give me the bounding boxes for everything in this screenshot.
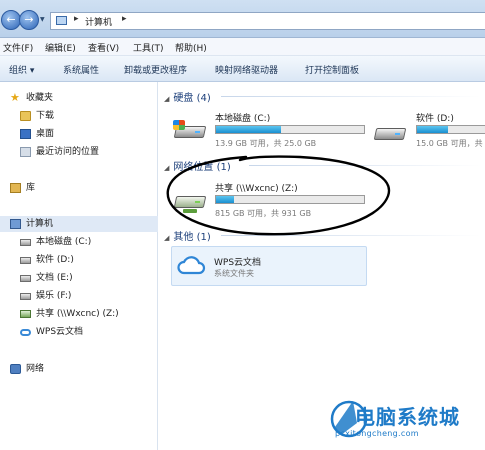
- drive-d-size: 15.0 GB 可用，共: [416, 139, 483, 148]
- drive-d-name: 软件 (D:): [416, 114, 454, 124]
- wps-cloud-name: WPS云文档: [214, 258, 262, 268]
- nav-downloads-label: 下载: [36, 111, 55, 121]
- back-button[interactable]: ←: [1, 10, 21, 30]
- nav-drive-e[interactable]: 文档 (E:): [20, 270, 150, 286]
- breadcrumb-separator-icon[interactable]: ▸: [122, 14, 127, 24]
- breadcrumb-computer[interactable]: 计算机: [85, 15, 112, 28]
- drive-c-size: 13.9 GB 可用，共 25.0 GB: [215, 139, 317, 148]
- watermark-title: 电脑系统城: [355, 405, 460, 429]
- nav-wps-cloud-label: WPS云文档: [36, 327, 84, 337]
- cloud-icon: [177, 256, 206, 275]
- organize-button[interactable]: 组织 ▾: [9, 63, 34, 76]
- collapse-icon: ◢: [164, 95, 170, 103]
- nav-drive-f[interactable]: 娱乐 (F:): [20, 288, 150, 304]
- star-icon: ★: [10, 91, 20, 104]
- computer-icon: [56, 16, 67, 25]
- address-bar[interactable]: ▸ 计算机 ▸: [50, 12, 485, 30]
- drive-z-usage-fill: [216, 196, 234, 203]
- system-drive-icon: [173, 120, 207, 142]
- nav-downloads[interactable]: 下载: [20, 108, 150, 124]
- group-hard-disks[interactable]: ◢ 硬盘 (4): [164, 89, 211, 104]
- forward-button[interactable]: →: [19, 10, 39, 30]
- nav-favorites-label: 收藏夹: [26, 93, 54, 103]
- nav-network-label: 网络: [26, 364, 45, 374]
- nav-desktop[interactable]: 桌面: [20, 126, 150, 142]
- nav-recent-places[interactable]: 最近访问的位置: [20, 144, 150, 160]
- nav-libraries[interactable]: 库: [10, 180, 150, 196]
- cloud-icon: [20, 329, 31, 336]
- uninstall-program-button[interactable]: 卸载或更改程序: [124, 63, 187, 76]
- navigation-pane: ★ 收藏夹 下载 桌面 最近访问的位置 库 计算机 本地磁盘 (C:) 软件 (…: [0, 82, 158, 450]
- nav-libraries-label: 库: [26, 183, 36, 193]
- library-icon: [10, 183, 21, 193]
- watermark-url: pcxitongcheng.com: [335, 429, 419, 438]
- drive-icon: [20, 257, 31, 264]
- drive-c-name: 本地磁盘 (C:): [215, 114, 271, 124]
- nav-drive-c-label: 本地磁盘 (C:): [36, 237, 92, 247]
- nav-drive-f-label: 娱乐 (F:): [36, 291, 72, 301]
- nav-desktop-label: 桌面: [36, 129, 55, 139]
- network-drive-icon: [20, 310, 31, 318]
- desktop-icon: [20, 129, 31, 139]
- group-divider: [221, 96, 481, 97]
- breadcrumb-separator-icon[interactable]: ▸: [74, 14, 79, 24]
- collapse-icon: ◢: [164, 234, 170, 242]
- group-other-label: 其他 (1): [173, 232, 211, 243]
- wps-cloud-subtitle: 系统文件夹: [214, 269, 254, 278]
- network-icon: [10, 364, 21, 374]
- open-control-panel-button[interactable]: 打开控制面板: [305, 63, 359, 76]
- nav-computer[interactable]: 计算机: [0, 216, 158, 232]
- nav-drive-e-label: 文档 (E:): [36, 273, 73, 283]
- wps-cloud-item[interactable]: WPS云文档 系统文件夹: [171, 246, 367, 286]
- download-folder-icon: [20, 111, 31, 121]
- menu-bar: 文件(F) 编辑(E) 查看(V) 工具(T) 帮助(H): [0, 38, 485, 56]
- system-properties-button[interactable]: 系统属性: [63, 63, 99, 76]
- nav-drive-c[interactable]: 本地磁盘 (C:): [20, 234, 150, 250]
- drive-z-usage-bar: [215, 195, 365, 204]
- nav-drive-z-label: 共享 (\\Wxcnc) (Z:): [36, 309, 119, 319]
- group-divider: [249, 165, 481, 166]
- drive-d-usage-fill: [417, 126, 449, 133]
- group-network-locations[interactable]: ◢ 网络位置 (1): [164, 158, 231, 173]
- drive-icon: [373, 122, 407, 144]
- drive-d-usage-bar: [416, 125, 485, 134]
- menu-tools[interactable]: 工具(T): [133, 41, 164, 54]
- command-bar: 组织 ▾ 系统属性 卸载或更改程序 映射网络驱动器 打开控制面板: [0, 56, 485, 82]
- drive-z-size: 815 GB 可用，共 931 GB: [215, 209, 312, 218]
- nav-drive-z[interactable]: 共享 (\\Wxcnc) (Z:): [20, 306, 150, 322]
- title-bar: ← → ▼ ▸ 计算机 ▸: [0, 0, 485, 38]
- watermark: 电脑系统城 pcxitongcheng.com: [323, 393, 485, 450]
- menu-help[interactable]: 帮助(H): [175, 41, 207, 54]
- drive-icon: [20, 275, 31, 282]
- nav-drive-d-label: 软件 (D:): [36, 255, 74, 265]
- drive-icon: [20, 293, 31, 300]
- nav-computer-label: 计算机: [26, 219, 54, 229]
- forward-arrow-icon: →: [24, 13, 34, 26]
- nav-favorites[interactable]: ★ 收藏夹: [10, 90, 150, 106]
- group-hard-disks-label: 硬盘 (4): [173, 93, 211, 104]
- drive-icon: [20, 239, 31, 246]
- nav-network[interactable]: 网络: [10, 361, 150, 377]
- nav-wps-cloud[interactable]: WPS云文档: [20, 324, 150, 340]
- collapse-icon: ◢: [164, 164, 170, 172]
- menu-edit[interactable]: 编辑(E): [45, 41, 76, 54]
- group-divider: [221, 235, 481, 236]
- computer-icon: [10, 219, 21, 229]
- back-arrow-icon: ←: [6, 13, 16, 26]
- drive-z-name: 共享 (\\Wxcnc) (Z:): [215, 184, 298, 194]
- history-dropdown-icon[interactable]: ▼: [40, 16, 45, 23]
- group-network-locations-label: 网络位置 (1): [173, 162, 231, 173]
- drive-c-usage-bar: [215, 125, 365, 134]
- drive-c-usage-fill: [216, 126, 282, 133]
- group-other[interactable]: ◢ 其他 (1): [164, 228, 211, 243]
- menu-view[interactable]: 查看(V): [88, 41, 119, 54]
- network-drive-icon: [173, 190, 207, 213]
- nav-recent-places-label: 最近访问的位置: [36, 147, 100, 157]
- recent-places-icon: [20, 147, 31, 157]
- map-network-drive-button[interactable]: 映射网络驱动器: [215, 63, 278, 76]
- menu-file[interactable]: 文件(F): [3, 41, 33, 54]
- nav-drive-d[interactable]: 软件 (D:): [20, 252, 150, 268]
